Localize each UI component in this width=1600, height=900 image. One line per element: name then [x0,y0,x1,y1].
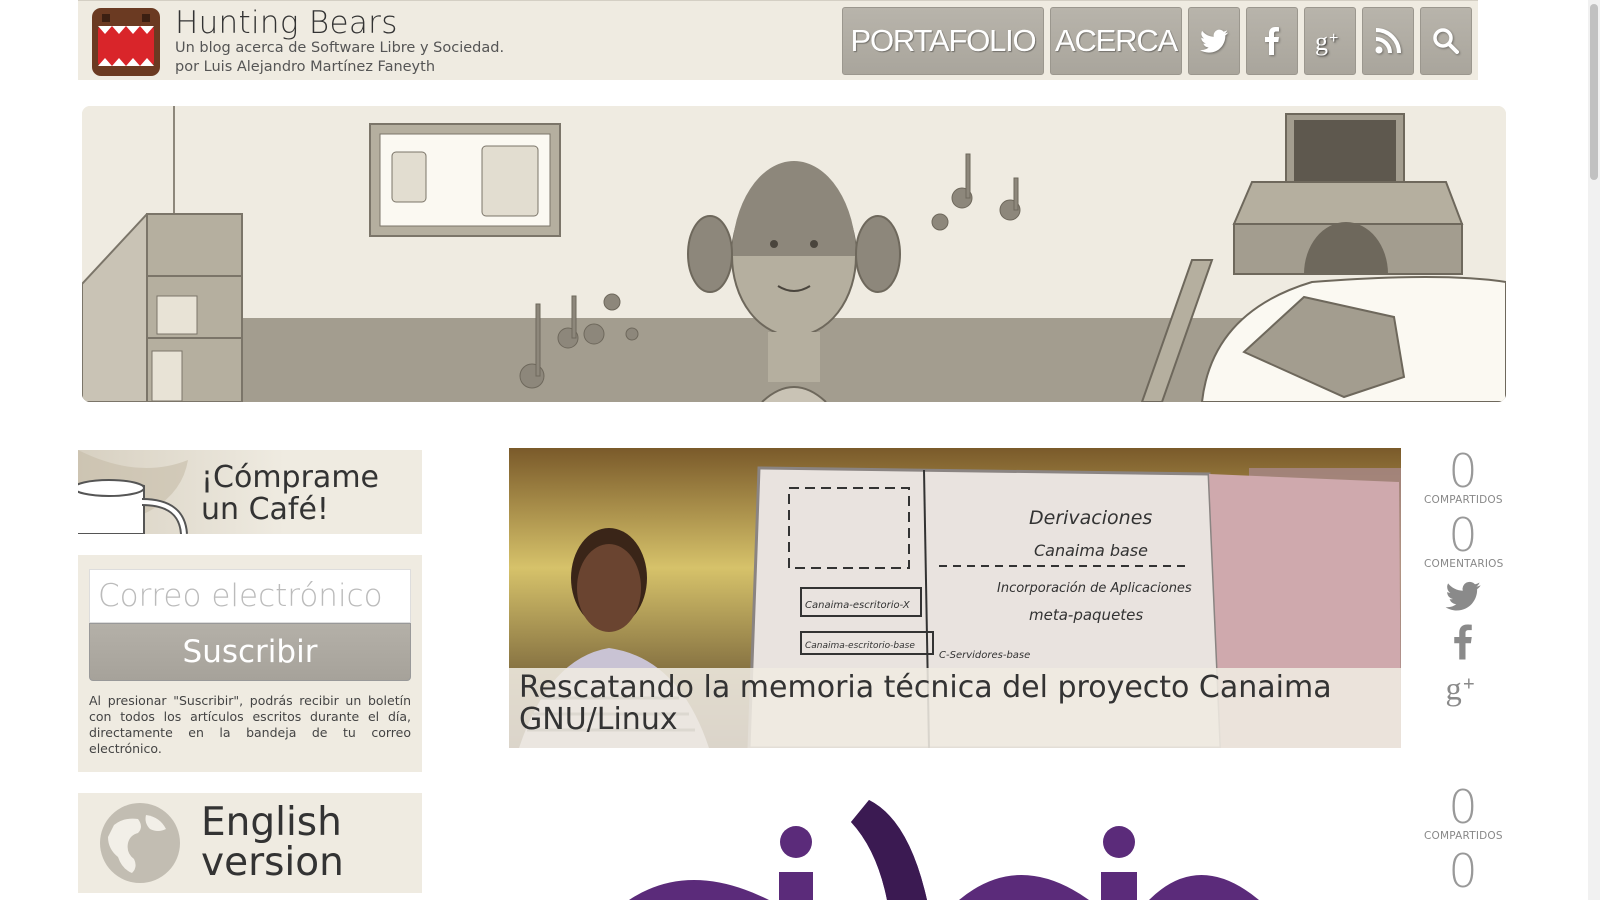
search-icon [1433,28,1459,54]
shares-count: 0 [1448,780,1478,834]
post-thumbnail [629,800,1259,900]
whiteboard-line: Canaima-escritorio-base [805,641,915,651]
comments-count[interactable]: 0 [1424,848,1502,894]
facebook-icon [1265,27,1279,55]
facebook-button[interactable] [1246,7,1298,75]
google-plus-icon[interactable]: g + [1443,668,1483,708]
shares-label: COMPARTIDOS [1424,494,1503,506]
newsletter-box: Suscribir Al presionar "Suscribir", podr… [78,555,422,772]
site-header: Hunting Bears Un blog acerca de Software… [78,0,1478,80]
scrollbar-thumb[interactable] [1590,4,1598,180]
shares-label: COMPARTIDOS [1424,830,1503,842]
subscribe-note: Al presionar "Suscribir", podrás recibir… [89,693,411,756]
globe-icon [100,803,180,883]
svg-text:g: g [1446,671,1462,707]
whiteboard-line: C-Servidores-base [939,650,1030,661]
google-plus-icon: g + [1315,27,1339,56]
header-banner [82,106,1506,402]
site-title[interactable]: Hunting Bears [175,5,398,41]
facebook-icon[interactable] [1443,622,1483,662]
nav-portfolio-button[interactable]: PORTAFOLIO [842,7,1044,75]
sidebar: ¡Cómprame un Café! Suscribir Al presiona… [78,450,422,893]
whiteboard-line: Incorporación de Aplicaciones [997,581,1192,596]
svg-text:+: + [1463,674,1475,696]
post-card[interactable]: Derivaciones Canaima base Incorporación … [509,448,1401,748]
search-button[interactable] [1420,7,1472,75]
post-title[interactable]: Rescatando la memoria técnica del proyec… [509,668,1401,748]
comments-label: COMENTARIOS [1424,558,1504,570]
whiteboard-line: Canaima base [1034,541,1148,560]
post-card[interactable] [509,782,1401,900]
whiteboard-line: meta-paquetes [1029,606,1143,624]
post-share-column: 0 COMPARTIDOS 0 COMENTARIOS g + [1424,444,1504,708]
english-version-widget[interactable]: English version [78,793,422,893]
whiteboard-line: Canaima-escritorio-X [805,600,911,611]
site-tagline: Un blog acerca de Software Libre y Socie… [175,40,505,56]
english-version-label: English version [201,800,344,885]
subscribe-button[interactable]: Suscribir [89,623,411,681]
svg-text:g: g [1315,27,1328,56]
domo-logo[interactable] [92,8,160,76]
google-plus-button[interactable]: g + [1304,7,1356,75]
buy-coffee-widget[interactable]: ¡Cómprame un Café! [78,450,422,534]
rss-button[interactable] [1362,7,1414,75]
shares-count: 0 [1448,444,1478,498]
site-author: por Luis Alejandro Martínez Faneyth [175,59,436,75]
main-nav: PORTAFOLIO ACERCA g + [842,7,1472,75]
svg-text:+: + [1329,30,1338,47]
coffee-cup-icon [78,450,188,534]
comments-count[interactable]: 0 [1424,512,1502,558]
buy-coffee-label: ¡Cómprame un Café! [201,460,379,527]
twitter-icon [1200,29,1229,53]
twitter-button[interactable] [1188,7,1240,75]
twitter-icon[interactable] [1443,576,1483,616]
rss-icon [1375,28,1401,54]
room-illustration [82,106,1506,402]
email-field[interactable] [89,569,411,623]
page-scrollbar[interactable] [1588,0,1600,900]
nav-about-button[interactable]: ACERCA [1050,7,1182,75]
whiteboard-line: Derivaciones [1029,507,1152,529]
site-subtitle: Un blog acerca de Software Libre y Socie… [175,39,504,77]
post-share-column: 0 COMPARTIDOS 0 [1424,780,1503,894]
